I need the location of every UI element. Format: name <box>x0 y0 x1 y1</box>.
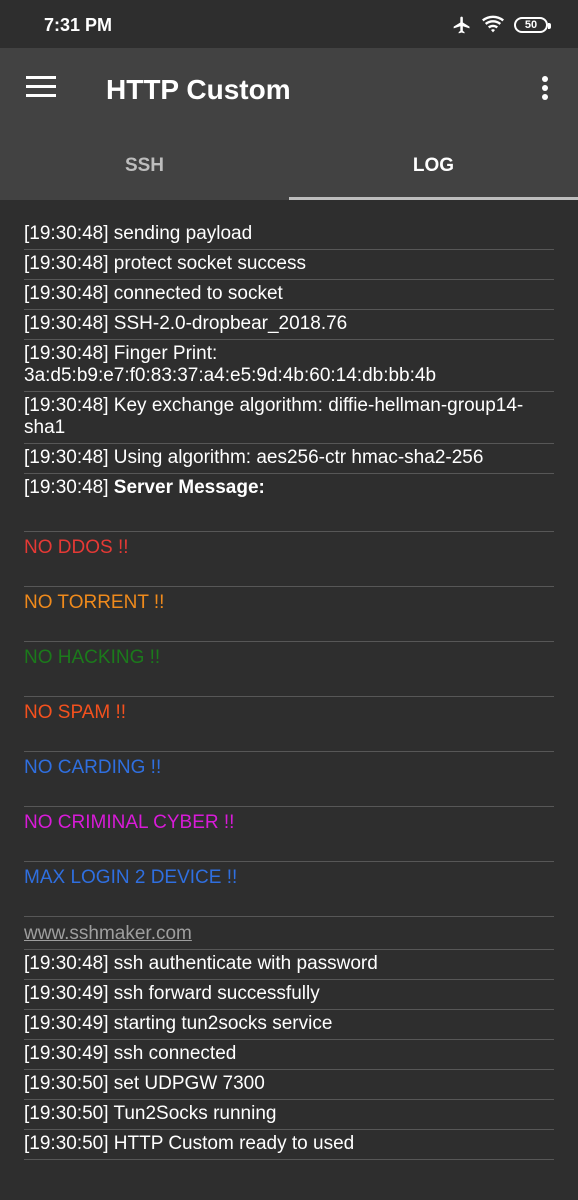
log-line: [19:30:50] HTTP Custom ready to used <box>24 1130 554 1160</box>
server-message-text: NO HACKING !! <box>24 647 161 668</box>
app-title: HTTP Custom <box>106 74 291 105</box>
log-line: [19:30:50] Tun2Socks running <box>24 1100 554 1130</box>
log-line: [19:30:48] Finger Print: 3a:d5:b9:e7:f0:… <box>24 340 554 392</box>
status-time: 7:31 PM <box>44 15 113 35</box>
server-message-item: NO CRIMINAL CYBER !! <box>24 807 554 862</box>
tab-log-label: LOG <box>412 155 455 176</box>
tab-log[interactable]: LOG <box>289 132 578 200</box>
log-line: [19:30:48] Key exchange algorithm: diffi… <box>24 392 554 444</box>
log-line: [19:30:49] ssh connected <box>24 1040 554 1070</box>
wifi-icon <box>482 15 504 33</box>
server-message-text: NO CRIMINAL CYBER !! <box>24 812 235 833</box>
log-line: [19:30:48] SSH-2.0-dropbear_2018.76 <box>24 310 554 340</box>
server-message-line: [19:30:48] Server Message: <box>24 474 554 532</box>
server-message-text: NO DDOS !! <box>24 537 129 558</box>
airplane-icon <box>453 16 470 34</box>
log-line: [19:30:49] ssh forward successfully <box>24 980 554 1010</box>
server-message-item: NO DDOS !! <box>24 532 554 587</box>
tab-bar: SSH LOG <box>0 132 578 200</box>
log-line: [19:30:48] ssh authenticate with passwor… <box>24 950 554 980</box>
server-message-item: NO TORRENT !! <box>24 587 554 642</box>
status-icons: 50 <box>452 13 551 37</box>
server-message-item: NO HACKING !! <box>24 642 554 697</box>
log-line: [19:30:48] Using algorithm: aes256-ctr h… <box>24 444 554 474</box>
server-message-text: MAX LOGIN 2 DEVICE !! <box>24 867 238 888</box>
server-message-text: NO SPAM !! <box>24 702 127 723</box>
tab-indicator <box>289 197 578 200</box>
log-line: [19:30:50] set UDPGW 7300 <box>24 1070 554 1100</box>
server-message-item: MAX LOGIN 2 DEVICE !! <box>24 862 554 917</box>
server-message-item: NO CARDING !! <box>24 752 554 807</box>
server-link[interactable]: www.sshmaker.com <box>24 917 554 950</box>
server-message-label: Server Message: <box>113 477 265 498</box>
server-message-item: NO SPAM !! <box>24 697 554 752</box>
log-line: [19:30:48] connected to socket <box>24 280 554 310</box>
battery-level: 50 <box>524 19 538 31</box>
log-line: [19:30:48] protect socket success <box>24 250 554 280</box>
log-line: [19:30:48] sending payload <box>24 220 554 250</box>
hamburger-menu-icon[interactable] <box>26 76 56 100</box>
server-message-prefix: [19:30:48] <box>24 477 114 498</box>
status-bar: 7:31 PM 50 <box>0 0 578 48</box>
server-message-text: NO CARDING !! <box>24 757 162 778</box>
overflow-menu-icon[interactable] <box>542 76 550 102</box>
app-bar: HTTP Custom <box>0 48 578 132</box>
log-line: [19:30:49] starting tun2socks service <box>24 1010 554 1040</box>
log-list[interactable]: [19:30:48] sending payload [19:30:48] pr… <box>24 220 554 1160</box>
battery-icon: 50 <box>514 17 551 33</box>
tab-ssh[interactable]: SSH <box>0 132 289 200</box>
server-message-text: NO TORRENT !! <box>24 592 165 613</box>
